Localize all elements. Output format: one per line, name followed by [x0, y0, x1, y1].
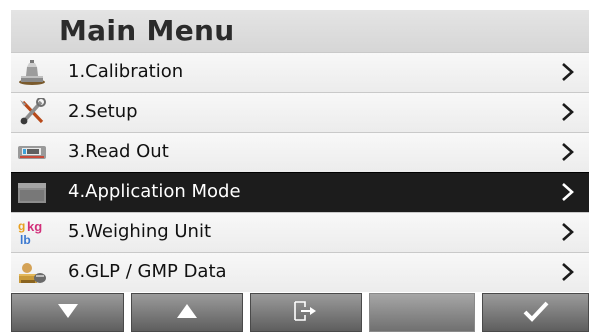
- menu-item-label: 2.Setup: [68, 101, 138, 122]
- menu-item-weighing-unit[interactable]: g kg lb 5.Weighing Unit: [11, 212, 589, 252]
- menu-item-application-mode[interactable]: 4.Application Mode: [11, 172, 589, 212]
- chevron-right-icon: [559, 221, 577, 243]
- menu-item-label: 4.Application Mode: [68, 181, 241, 202]
- exit-button[interactable]: [250, 293, 362, 332]
- chevron-right-icon: [559, 261, 577, 283]
- chevron-right-icon: [559, 61, 577, 83]
- arrow-down-icon: [57, 303, 79, 323]
- header-bar: Main Menu: [11, 10, 589, 52]
- menu-item-label: 5.Weighing Unit: [68, 221, 212, 242]
- arrow-up-icon: [176, 303, 198, 323]
- menu-item-calibration[interactable]: 1.Calibration: [11, 52, 589, 92]
- menu-item-read-out[interactable]: 3.Read Out: [11, 132, 589, 172]
- setup-tools-icon: [17, 97, 47, 126]
- unit-icon-lb: lb: [20, 233, 31, 246]
- checkmark-icon: [521, 299, 551, 327]
- menu-item-glp-gmp-data[interactable]: 6.GLP / GMP Data: [11, 252, 589, 292]
- menu-item-setup[interactable]: 2.Setup: [11, 92, 589, 132]
- blank-softkey: [369, 293, 475, 332]
- glp-gmp-data-icon: [17, 258, 47, 286]
- scroll-up-button[interactable]: [131, 293, 243, 332]
- readout-display-icon: [17, 138, 47, 166]
- confirm-button[interactable]: [482, 293, 589, 332]
- chevron-right-icon: [559, 101, 577, 123]
- page-title: Main Menu: [59, 14, 235, 47]
- calibration-weight-icon: [17, 58, 47, 86]
- unit-icon-kg: kg: [27, 219, 42, 234]
- softkey-bar: [11, 293, 589, 332]
- chevron-right-icon: [559, 141, 577, 163]
- exit-icon: [291, 299, 321, 327]
- chevron-right-icon: [559, 181, 577, 203]
- main-menu-screen: Main Menu 1.Calibration 2.Setup 3.Read O…: [11, 10, 589, 332]
- menu-item-label: 6.GLP / GMP Data: [68, 261, 227, 282]
- application-mode-icon: [17, 178, 47, 206]
- menu-list: 1.Calibration 2.Setup 3.Read Out 4.Appli…: [11, 52, 589, 292]
- menu-item-label: 3.Read Out: [68, 141, 169, 162]
- scroll-down-button[interactable]: [11, 293, 124, 332]
- unit-icon-g: g: [18, 219, 25, 233]
- weighing-unit-icon: g kg lb: [17, 218, 47, 247]
- menu-item-label: 1.Calibration: [68, 61, 184, 82]
